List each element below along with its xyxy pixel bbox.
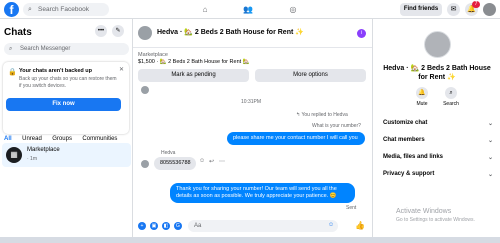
new-message-icon[interactable]: ✎ — [112, 25, 124, 37]
search-button[interactable]: ⌕ Search — [436, 87, 466, 107]
contact-name: Hedva · 🏡 2 Beds 2 Bath House for Rent ✨ — [383, 65, 491, 81]
chats-title: Chats — [4, 27, 32, 38]
gif-icon[interactable]: G — [174, 222, 182, 230]
mark-as-pending-button[interactable]: Mark as pending — [138, 69, 249, 82]
message-composer: + ▣ ◧ G Aa ☺ 👍 — [133, 218, 372, 236]
search-placeholder: Search Facebook — [38, 6, 89, 13]
row-label: Media, files and links — [383, 154, 444, 160]
chevron-down-icon: ⌄ — [487, 172, 493, 178]
more-options-icon[interactable]: ••• — [95, 25, 107, 37]
plus-icon[interactable]: + — [138, 222, 146, 230]
watermark-line1: Activate Windows — [396, 208, 452, 215]
incoming-message[interactable]: 8055536788 — [154, 157, 196, 170]
row-label: Privacy & support — [383, 171, 435, 177]
conversation-name: Marketplace — [27, 147, 60, 153]
search-icon: ⌕ — [445, 87, 457, 99]
row-label: Chat members — [383, 137, 425, 143]
mute-label: Mute — [416, 101, 428, 107]
messenger-search-input[interactable]: ⌕ Search Messenger — [4, 43, 129, 55]
chat-title[interactable]: Hedva · 🏡 2 Beds 2 Bath House for Rent ✨ — [157, 28, 304, 36]
backup-title: Your chats aren't backed up — [19, 68, 93, 74]
reply-indicator: ↰ You replied to Hedva — [296, 112, 348, 118]
chat-members-row[interactable]: Chat members ⌄ — [383, 137, 493, 144]
search-label: Search — [443, 101, 459, 107]
contact-avatar-large[interactable] — [424, 31, 451, 58]
facebook-logo[interactable]: f — [4, 2, 19, 17]
lock-icon: 🔒 — [8, 69, 17, 76]
message-timestamp: 10:31PM — [241, 99, 262, 105]
sender-avatar — [141, 86, 149, 94]
chat-filter-tabs: All Unread Groups Communities — [4, 127, 123, 142]
backup-notice-card: 🔒 Your chats aren't backed up ✕ Back up … — [3, 62, 129, 134]
conversation-item[interactable]: ▦ Marketplace · 1m — [2, 143, 131, 167]
like-icon[interactable]: 👍 — [355, 221, 365, 230]
row-label: Customize chat — [383, 120, 428, 126]
more-options-button[interactable]: More options — [255, 69, 366, 82]
search-icon: ⌕ — [28, 6, 32, 13]
image-icon[interactable]: ▣ — [150, 222, 158, 230]
outgoing-message[interactable]: please share me your contact number I wi… — [227, 132, 365, 145]
notification-badge: 7 — [472, 1, 480, 8]
chevron-down-icon: ⌄ — [487, 138, 493, 144]
search-placeholder: Search Messenger — [20, 46, 71, 52]
contact-avatar[interactable] — [138, 26, 152, 40]
privacy-support-row[interactable]: Privacy & support ⌄ — [383, 171, 493, 178]
media-files-links-row[interactable]: Media, files and links ⌄ — [383, 154, 493, 161]
home-icon[interactable]: ⌂ — [198, 3, 212, 16]
watermark-line2: Go to Settings to activate Windows. — [396, 217, 475, 223]
conversation-time: · 1m — [27, 156, 37, 162]
gaming-icon[interactable]: ◎ — [286, 3, 300, 16]
windows-taskbar — [0, 237, 500, 243]
top-navigation-bar: f ⌕ Search Facebook ⌂ 👥 ◎ Find friends ✉… — [0, 0, 500, 19]
listing-label: Marketplace — [138, 52, 168, 58]
chat-window: Hedva · 🏡 2 Beds 2 Bath House for Rent ✨… — [133, 19, 372, 243]
chats-sidebar: Chats ••• ✎ ⌕ Search Messenger 🔒 Your ch… — [0, 19, 133, 243]
chevron-down-icon: ⌄ — [487, 121, 493, 127]
outgoing-message[interactable]: Thank you for sharing your number! Our t… — [170, 183, 355, 203]
emoji-icon[interactable]: ☺ — [328, 222, 334, 228]
sticker-icon[interactable]: ◧ — [162, 222, 170, 230]
close-icon[interactable]: ✕ — [119, 66, 124, 73]
marketplace-icon: ▦ — [6, 147, 22, 163]
friends-icon[interactable]: 👥 — [241, 3, 255, 16]
messenger-icon[interactable]: ✉ — [447, 3, 460, 16]
sender-avatar — [141, 160, 149, 168]
message-input[interactable]: Aa — [188, 220, 338, 232]
fix-now-button[interactable]: Fix now — [6, 98, 121, 111]
activate-windows-watermark: Activate Windows Go to Settings to activ… — [396, 208, 475, 224]
find-friends-button[interactable]: Find friends — [400, 3, 442, 16]
sent-status: Sent — [346, 205, 357, 211]
search-icon: ⌕ — [9, 46, 13, 52]
listing-summary: Marketplace $1,500 · 🏡 2 Beds 2 Bath Hou… — [138, 52, 250, 66]
chevron-down-icon: ⌄ — [487, 155, 493, 161]
chat-header: Hedva · 🏡 2 Beds 2 Bath House for Rent ✨… — [133, 19, 372, 48]
quoted-message: What is your number? — [312, 123, 361, 129]
sender-name: Hedva — [161, 150, 176, 156]
profile-avatar[interactable] — [483, 3, 496, 16]
mute-button[interactable]: 🔔 Mute — [407, 87, 437, 107]
listing-price[interactable]: $1,500 · 🏡 2 Beds 2 Bath House for Rent … — [138, 59, 250, 66]
backup-description: Back up your chats so you can restore th… — [19, 76, 117, 89]
emoji-react-icon[interactable]: ☺ — [199, 158, 205, 164]
more-icon[interactable]: ⋯ — [219, 158, 225, 165]
bell-icon: 🔔 — [416, 87, 428, 99]
facebook-search-input[interactable]: ⌕ Search Facebook — [23, 3, 109, 16]
info-icon[interactable]: i — [357, 29, 366, 38]
reply-icon[interactable]: ↩ — [209, 158, 214, 165]
customize-chat-row[interactable]: Customize chat ⌄ — [383, 120, 493, 127]
